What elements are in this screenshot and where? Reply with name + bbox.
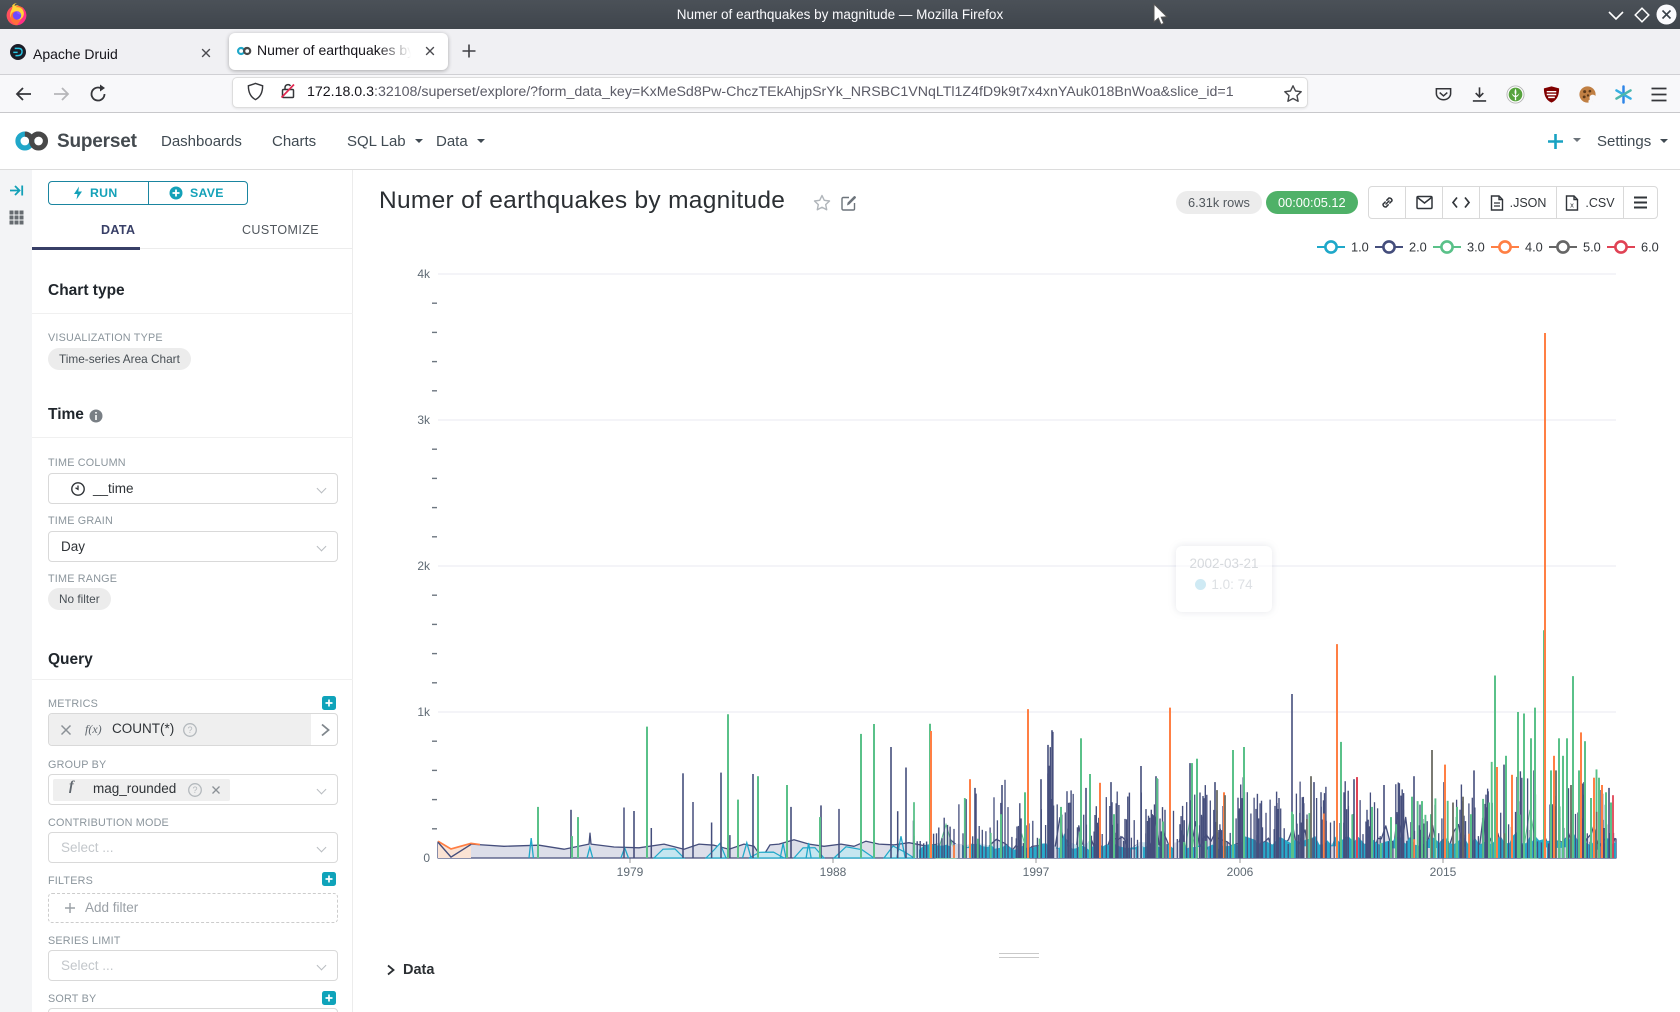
svg-text:?: ? (187, 725, 192, 735)
svg-text:2k: 2k (417, 559, 431, 573)
svg-text:2006: 2006 (1227, 865, 1254, 879)
svg-text:6.0: 6.0 (1641, 240, 1659, 255)
svg-text:2.0: 2.0 (1409, 240, 1427, 255)
svg-text:4.0: 4.0 (1525, 240, 1543, 255)
svg-text:3k: 3k (417, 413, 431, 427)
svg-text:4k: 4k (417, 267, 431, 281)
svg-text:?: ? (192, 785, 197, 795)
svg-text:1.0: 1.0 (1351, 240, 1369, 255)
svg-text:1979: 1979 (617, 865, 644, 879)
svg-text:1k: 1k (417, 705, 431, 719)
svg-text:5.0: 5.0 (1583, 240, 1601, 255)
svg-text:1997: 1997 (1023, 865, 1050, 879)
svg-text:1988: 1988 (820, 865, 847, 879)
svg-text:3.0: 3.0 (1467, 240, 1485, 255)
svg-text:0: 0 (423, 851, 430, 865)
svg-text:2015: 2015 (1430, 865, 1457, 879)
